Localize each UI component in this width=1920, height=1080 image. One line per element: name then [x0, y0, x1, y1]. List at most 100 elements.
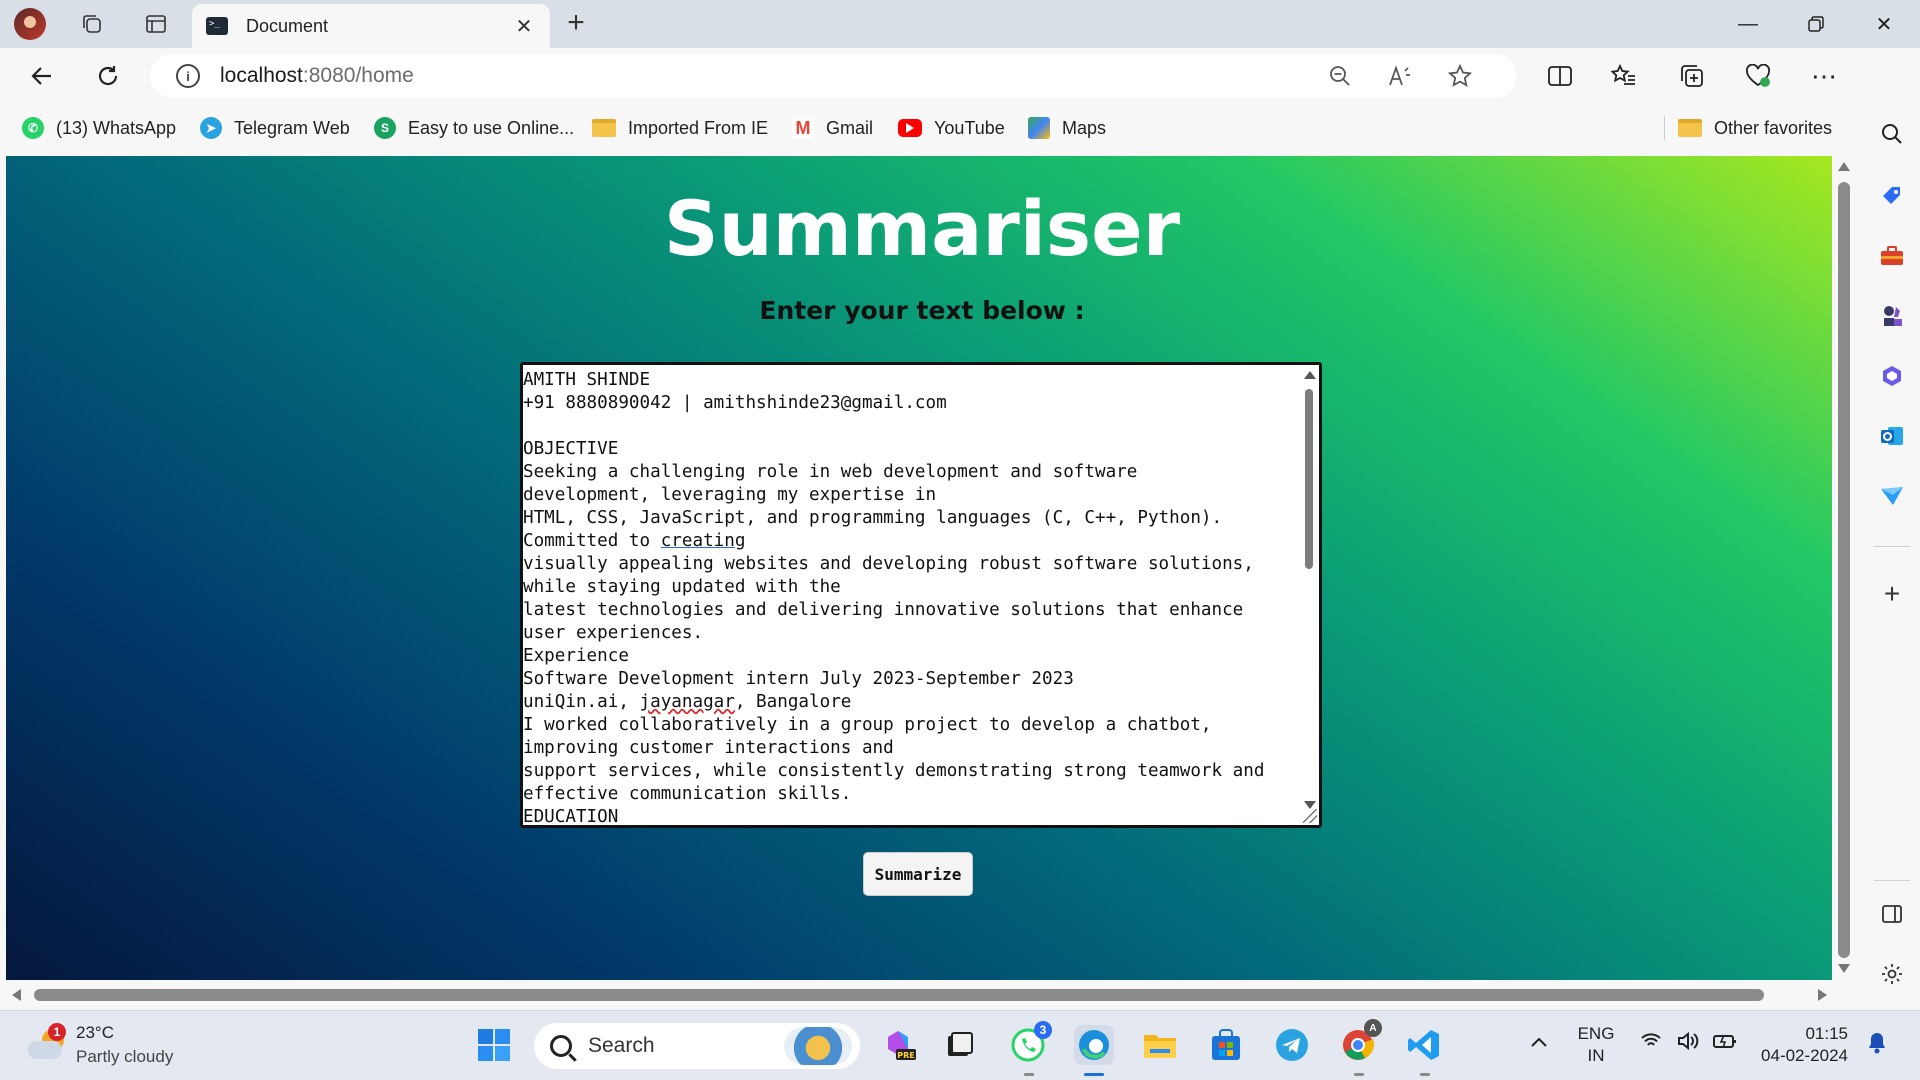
telegram-icon: ➤: [200, 117, 222, 139]
whatsapp-taskbar-icon[interactable]: 3: [1008, 1021, 1052, 1065]
taskbar-search[interactable]: Search: [534, 1023, 860, 1069]
favorite-label: Easy to use Online...: [408, 117, 575, 138]
scroll-down-arrow-icon[interactable]: [1838, 964, 1850, 973]
page-viewport: Summariser Enter your text below : AMITH…: [6, 156, 1838, 980]
whatsapp-running-indicator: [1024, 1073, 1034, 1076]
chrome-running-indicator: [1354, 1073, 1364, 1076]
scroll-down-arrow-icon[interactable]: [1304, 801, 1316, 809]
textarea-scroll-thumb[interactable]: [1305, 389, 1313, 569]
favorite-telegram[interactable]: ➤ Telegram Web: [200, 114, 350, 142]
new-tab-button[interactable]: +: [560, 8, 592, 40]
other-favorites-label: Other favorites: [1714, 117, 1833, 138]
vertical-tabs-icon[interactable]: [140, 8, 172, 40]
outlook-icon[interactable]: [1878, 422, 1906, 450]
scroll-up-arrow-icon[interactable]: [1838, 162, 1850, 171]
weather-temperature[interactable]: 23°C: [76, 1023, 114, 1043]
favorite-youtube[interactable]: YouTube: [898, 114, 1005, 142]
favorite-whatsapp[interactable]: ✆ (13) WhatsApp: [22, 114, 176, 142]
terminal-icon: [206, 17, 228, 35]
wifi-icon[interactable]: [1640, 1031, 1662, 1054]
page-vertical-scrollbar[interactable]: [1832, 156, 1856, 980]
close-window-button[interactable]: ✕: [1850, 0, 1918, 48]
battery-icon[interactable]: [1712, 1031, 1738, 1056]
volume-icon[interactable]: [1676, 1031, 1700, 1056]
textarea-line: uniQin.ai, jayanagar, Bangalore: [523, 692, 852, 712]
split-screen-icon[interactable]: [1542, 58, 1578, 94]
vscode-taskbar-icon[interactable]: [1404, 1025, 1444, 1065]
browser-essentials-icon[interactable]: [1740, 58, 1776, 94]
language-indicator[interactable]: ENG IN: [1576, 1023, 1616, 1067]
scroll-right-arrow-icon[interactable]: [1818, 989, 1827, 1001]
zoom-out-icon[interactable]: [1326, 62, 1354, 90]
favorite-maps[interactable]: Maps: [1028, 114, 1106, 142]
close-tab-icon[interactable]: ✕: [512, 14, 536, 39]
search-icon[interactable]: [1878, 120, 1906, 148]
textarea-line: Seeking a challenging role in web develo…: [523, 462, 1138, 482]
back-button[interactable]: [24, 58, 60, 94]
chrome-taskbar-icon[interactable]: A: [1338, 1019, 1382, 1065]
cloud-icon: [28, 1041, 62, 1059]
search-icon: [550, 1035, 572, 1057]
page-horizontal-scrollbar[interactable]: [6, 980, 1838, 1010]
profile-avatar[interactable]: [14, 8, 46, 40]
copilot-pre-icon[interactable]: PRE: [880, 1025, 920, 1065]
edge-taskbar-icon[interactable]: [1074, 1025, 1114, 1065]
tools-briefcase-icon[interactable]: [1878, 242, 1906, 270]
favorite-imported-from-ie[interactable]: Imported From IE: [592, 114, 768, 142]
show-hidden-icons-chevron-icon[interactable]: [1530, 1033, 1548, 1054]
refresh-button[interactable]: [90, 58, 126, 94]
textarea-line: [523, 415, 1301, 438]
telegram-taskbar-icon[interactable]: [1272, 1025, 1312, 1065]
favorites-icon[interactable]: [1606, 58, 1642, 94]
sidebar-divider: [1874, 880, 1910, 881]
microsoft-store-icon[interactable]: [1206, 1025, 1246, 1065]
games-chess-icon[interactable]: [1878, 302, 1906, 330]
more-options-icon[interactable]: ⋯: [1806, 58, 1842, 94]
weather-condition[interactable]: Partly cloudy: [76, 1047, 173, 1067]
scroll-up-arrow-icon[interactable]: [1304, 371, 1316, 379]
favorite-star-icon[interactable]: [1446, 62, 1474, 90]
scroll-left-arrow-icon[interactable]: [12, 989, 21, 1001]
weather-widget[interactable]: 1: [28, 1023, 66, 1063]
address-bar[interactable]: i localhost:8080/home: [150, 54, 1516, 98]
textarea-line: latest technologies and delivering innov…: [523, 600, 1244, 620]
add-sidebar-app-icon[interactable]: +: [1878, 578, 1906, 609]
textarea-line: +91 8880890042 | amithshinde23@gmail.com: [523, 393, 947, 413]
settings-gear-icon[interactable]: [1878, 960, 1906, 988]
page-scroll-thumb[interactable]: [1838, 182, 1850, 958]
edge-sidebar: +: [1864, 48, 1920, 1010]
info-icon[interactable]: i: [176, 64, 200, 88]
system-clock[interactable]: 01:15 04-02-2024: [1758, 1023, 1848, 1067]
textarea-scrollbar[interactable]: [1301, 367, 1317, 809]
url-text: localhost:8080/home: [220, 64, 414, 87]
workspaces-icon[interactable]: [76, 8, 108, 40]
page-title: Summariser: [663, 184, 1181, 273]
favorites-bar: ✆ (13) WhatsApp ➤ Telegram Web S Easy to…: [0, 108, 1864, 148]
resize-grip-icon[interactable]: [1303, 809, 1317, 823]
favorite-gmail[interactable]: M Gmail: [792, 114, 873, 142]
tab-document[interactable]: Document ✕: [192, 4, 550, 48]
page-hscroll-thumb[interactable]: [34, 989, 1764, 1001]
file-explorer-icon[interactable]: [1140, 1025, 1180, 1065]
favorite-label: Gmail: [826, 117, 874, 138]
restore-button[interactable]: [1782, 0, 1850, 48]
search-label: Search: [588, 1034, 655, 1057]
shopping-tag-icon[interactable]: [1878, 182, 1906, 210]
hide-sidebar-icon[interactable]: [1878, 900, 1906, 928]
copilot-hex-icon[interactable]: [1878, 362, 1906, 390]
favorite-easy-to-use[interactable]: S Easy to use Online...: [374, 114, 574, 142]
task-view-icon[interactable]: [940, 1025, 980, 1065]
textarea-content[interactable]: AMITH SHINDE +91 8880890042 | amithshinde…: [523, 365, 1301, 825]
start-button[interactable]: [474, 1025, 514, 1065]
favorite-label: YouTube: [934, 117, 1005, 138]
notifications-bell-icon[interactable]: [1866, 1031, 1888, 1060]
minimize-button[interactable]: —: [1714, 0, 1782, 48]
other-favorites[interactable]: Other favorites: [1678, 114, 1832, 142]
tab-title: Document: [246, 15, 329, 36]
text-input-area[interactable]: AMITH SHINDE +91 8880890042 | amithshinde…: [520, 362, 1322, 828]
summarize-button[interactable]: Summarize: [863, 852, 973, 896]
send-drop-icon[interactable]: [1878, 482, 1906, 510]
folder-icon: [1678, 119, 1702, 137]
collections-icon[interactable]: [1674, 58, 1710, 94]
read-aloud-icon[interactable]: [1386, 62, 1414, 90]
